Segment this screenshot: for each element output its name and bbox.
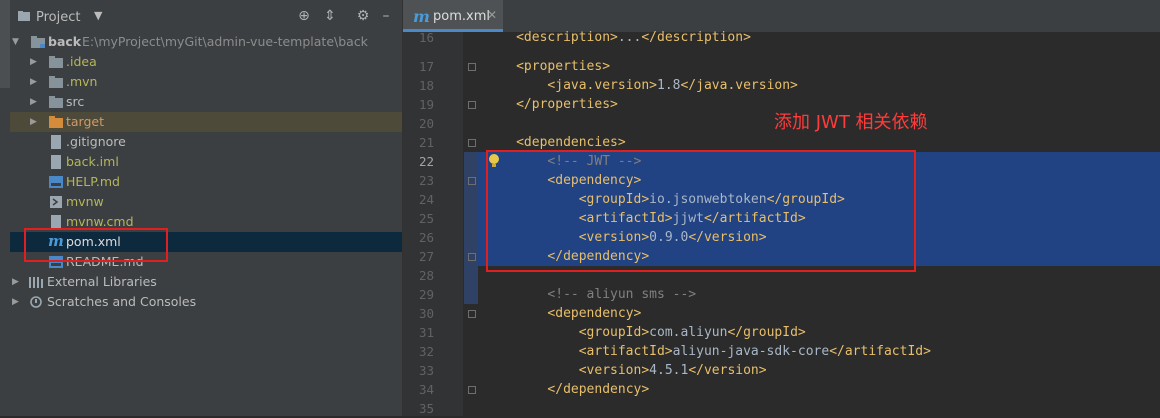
- line-number: 28: [418, 268, 434, 283]
- line-number: 35: [418, 401, 434, 416]
- tree-item-back-iml[interactable]: back.iml: [10, 152, 402, 172]
- chevron-right-icon[interactable]: ▶: [12, 296, 22, 308]
- chevron-right-icon[interactable]: ▶: [12, 276, 22, 288]
- file-icon: [51, 215, 61, 229]
- line-number: 31: [418, 325, 434, 340]
- tree-item-label: External Libraries: [47, 274, 157, 289]
- line-number: 33: [418, 363, 434, 378]
- file-icon: [51, 135, 61, 149]
- library-icon: [29, 277, 43, 288]
- code-line: <description>...</description>: [516, 30, 751, 45]
- line-number: 32: [418, 344, 434, 359]
- project-panel-title[interactable]: Project: [36, 10, 80, 25]
- locate-icon[interactable]: ⊕: [296, 8, 312, 24]
- line-number: 22: [418, 154, 434, 169]
- fold-marker-icon[interactable]: [468, 63, 476, 71]
- code-line: </properties>: [516, 97, 618, 112]
- code-line: <version>4.5.1</version>: [578, 363, 767, 378]
- code-line: <artifactId>aliyun-java-sdk-core</artifa…: [578, 344, 931, 359]
- fold-marker-icon[interactable]: [468, 310, 476, 318]
- module-folder-icon: [31, 36, 45, 48]
- code-line: <dependency>: [547, 306, 642, 321]
- chevron-right-icon[interactable]: ▶: [30, 116, 40, 128]
- annotation-text: 添加 JWT 相关依赖: [774, 112, 928, 133]
- tree-item-label: target: [66, 114, 105, 129]
- line-number: 34: [418, 382, 434, 397]
- line-number: 25: [418, 211, 434, 226]
- line-number: 17: [418, 59, 434, 74]
- tree-item-help-md[interactable]: HELP.md: [10, 172, 402, 192]
- code-line: <!-- aliyun sms -->: [484, 287, 697, 302]
- tree-item-idea[interactable]: ▶ .idea: [10, 52, 402, 72]
- tree-item-gitignore[interactable]: .gitignore: [10, 132, 402, 152]
- tree-item-src[interactable]: ▶ src: [10, 92, 402, 112]
- hide-panel-icon[interactable]: –: [378, 8, 394, 24]
- line-number: 19: [418, 97, 434, 112]
- project-tool-tab[interactable]: [0, 0, 10, 88]
- project-folder-icon: [18, 11, 30, 21]
- tree-item-label: src: [66, 94, 85, 109]
- tree-item-label: HELP.md: [66, 174, 120, 189]
- folder-icon: [49, 96, 63, 108]
- tree-item-label: back.iml: [66, 154, 119, 169]
- line-number: 27: [418, 249, 434, 264]
- change-marker: [464, 152, 478, 304]
- chevron-right-icon[interactable]: ▶: [30, 76, 40, 88]
- folder-icon: [49, 56, 63, 68]
- chevron-down-icon[interactable]: ▼: [94, 9, 102, 22]
- module-path: E:\myProject\myGit\admin-vue-template\ba…: [82, 34, 368, 49]
- tree-item-mvnw[interactable]: mvnw: [10, 192, 402, 212]
- excluded-folder-icon: [49, 116, 63, 128]
- tree-item-scratches[interactable]: ▶ Scratches and Consoles: [10, 292, 402, 312]
- scratches-icon: [30, 296, 42, 308]
- tree-item-mvn[interactable]: ▶ .mvn: [10, 72, 402, 92]
- markdown-file-icon: [49, 176, 63, 188]
- tree-item-target[interactable]: ▶ target: [10, 112, 402, 132]
- line-number: 16: [418, 30, 434, 45]
- line-number: 18: [418, 78, 434, 93]
- tree-item-label: .gitignore: [66, 134, 126, 149]
- line-number: 30: [418, 306, 434, 321]
- line-number: 21: [418, 135, 434, 150]
- chevron-right-icon[interactable]: ▶: [30, 56, 40, 68]
- file-icon: [51, 155, 61, 169]
- fold-marker-icon[interactable]: [468, 139, 476, 147]
- tree-item-external-libraries[interactable]: ▶ External Libraries: [10, 272, 402, 292]
- fold-marker-icon[interactable]: [468, 101, 476, 109]
- chevron-down-icon[interactable]: ▼: [12, 36, 22, 48]
- tab-label: pom.xml: [433, 9, 490, 24]
- code-line: </dependency>: [547, 382, 650, 397]
- folder-icon: [49, 76, 63, 88]
- close-icon[interactable]: ✕: [487, 8, 497, 22]
- code-line: <properties>: [516, 59, 611, 74]
- code-line: <java.version>1.8</java.version>: [547, 78, 798, 93]
- tree-item-label: back: [48, 34, 82, 49]
- tree-item-label: mvnw: [66, 194, 104, 209]
- collapse-all-icon[interactable]: ⇕: [322, 8, 338, 24]
- fold-marker-icon[interactable]: [468, 253, 476, 261]
- line-number: 20: [418, 116, 434, 131]
- line-number: 29: [418, 287, 434, 302]
- line-number: 24: [418, 192, 434, 207]
- project-panel: Project ▼ ⊕ ⇕ ⚙ – ▼ back E:\myProject\my…: [10, 0, 402, 416]
- fold-marker-icon[interactable]: [468, 177, 476, 185]
- jwt-highlight-box: [486, 150, 916, 272]
- shell-file-icon: [50, 196, 62, 208]
- project-panel-header: Project ▼ ⊕ ⇕ ⚙ –: [10, 0, 402, 32]
- tree-item-label: .mvn: [66, 74, 98, 89]
- chevron-right-icon[interactable]: ▶: [30, 96, 40, 108]
- line-number: 26: [418, 230, 434, 245]
- ide-window: Project ▼ ⊕ ⇕ ⚙ – ▼ back E:\myProject\my…: [0, 0, 1160, 416]
- code-line: <groupId>com.aliyun</groupId>: [578, 325, 806, 340]
- tree-item-label: .idea: [66, 54, 97, 69]
- pom-highlight-box: [24, 228, 168, 262]
- line-number: 23: [418, 173, 434, 188]
- tree-item-label: Scratches and Consoles: [47, 294, 197, 309]
- fold-marker-icon[interactable]: [468, 386, 476, 394]
- maven-file-icon: m: [413, 7, 430, 26]
- gear-icon[interactable]: ⚙: [355, 8, 371, 24]
- tree-item-back[interactable]: ▼ back E:\myProject\myGit\admin-vue-temp…: [10, 32, 402, 52]
